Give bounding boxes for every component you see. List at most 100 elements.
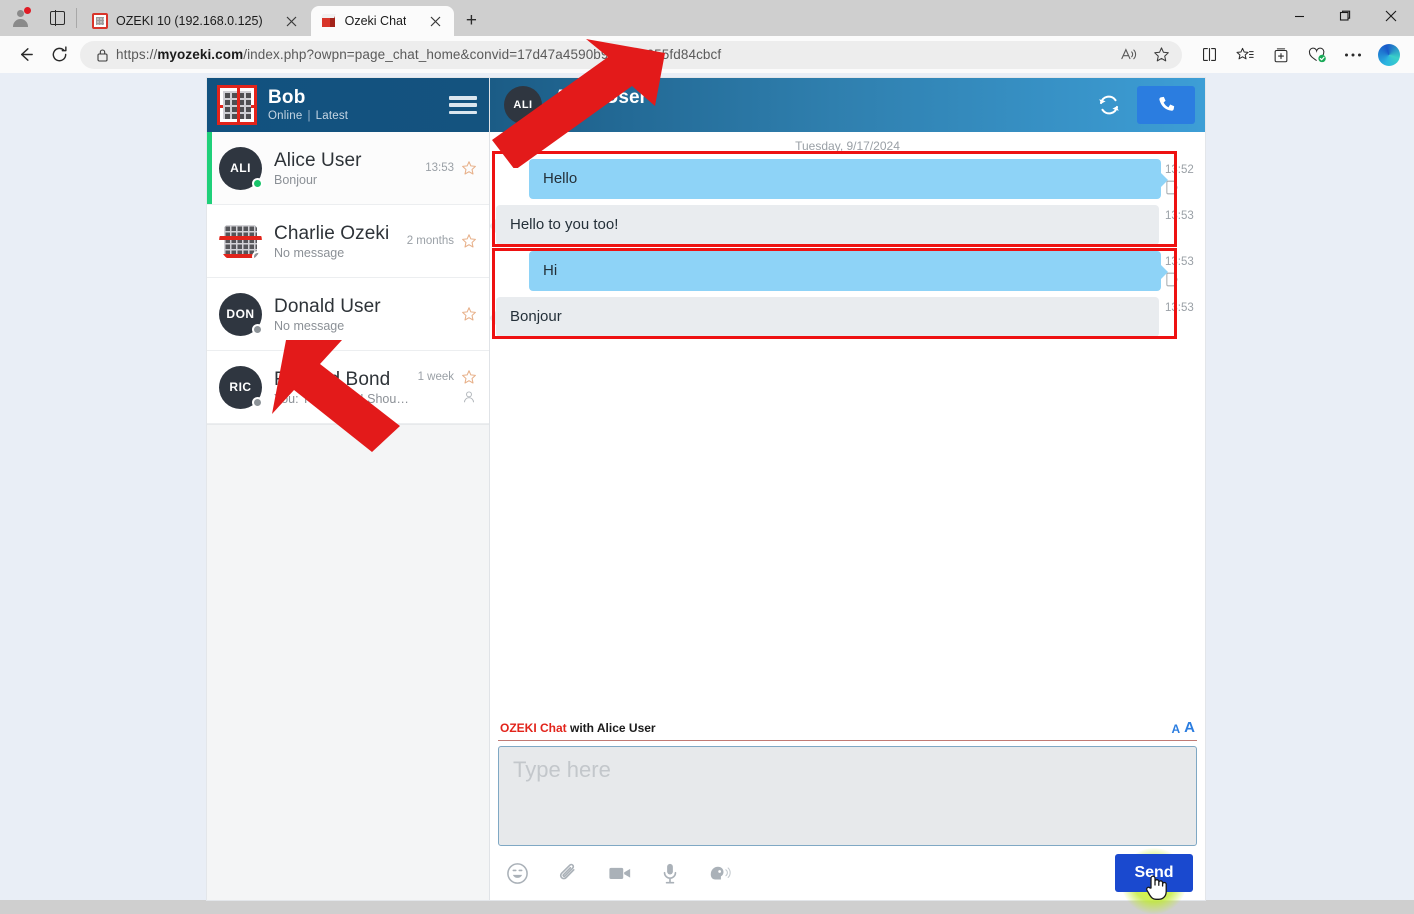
collections-icon[interactable] bbox=[1264, 40, 1298, 70]
message-area[interactable]: Tuesday, 9/17/2024 Hello 13:52 bbox=[490, 132, 1205, 713]
tab-ozeki-10[interactable]: OZEKI 10 (192.168.0.125) bbox=[82, 6, 311, 36]
avatar-initials: DON bbox=[226, 307, 254, 321]
mobile-device-icon bbox=[1165, 180, 1205, 200]
chat-partner-status: Online bbox=[554, 110, 1089, 122]
conversation-meta bbox=[454, 306, 477, 322]
conversation-text: Charlie Ozeki No message bbox=[274, 223, 401, 260]
tab-title: Ozeki Chat bbox=[345, 14, 407, 28]
presence-indicator-offline bbox=[252, 324, 263, 335]
refresh-icon[interactable] bbox=[1089, 85, 1129, 125]
message-input[interactable]: Type here bbox=[498, 746, 1197, 846]
mobile-device-icon bbox=[1165, 272, 1205, 292]
tab-actions-icon[interactable] bbox=[40, 0, 74, 36]
hamburger-menu-icon[interactable] bbox=[449, 93, 477, 117]
favorite-star-icon[interactable] bbox=[461, 369, 477, 385]
avatar-initials: ALI bbox=[513, 99, 532, 111]
conversation-list: ALI Alice User Bonjour 13:53 bbox=[207, 132, 489, 424]
font-size-small-button[interactable]: A bbox=[1171, 722, 1180, 736]
voice-message-icon[interactable] bbox=[708, 862, 732, 884]
message-bubble-incoming[interactable]: Bonjour bbox=[496, 297, 1159, 337]
composer-with-label: with Alice User bbox=[567, 721, 656, 735]
sidebar-header: Bob Online|Latest bbox=[207, 78, 489, 132]
message-time: 13:53 bbox=[1165, 256, 1205, 268]
message-bubble-wrap: Hi bbox=[496, 248, 1161, 294]
presence-indicator-offline bbox=[252, 251, 262, 262]
conversation-text: Richard Bond You: Thank you! Should we p… bbox=[274, 369, 412, 406]
message-bubble-incoming[interactable]: Hello to you too! bbox=[496, 205, 1159, 245]
conversation-meta: 2 months bbox=[407, 233, 477, 249]
conversation-item-alice-user[interactable]: ALI Alice User Bonjour 13:53 bbox=[207, 132, 489, 205]
message-row: Hi 13:53 bbox=[490, 248, 1205, 294]
chat-panel: ALI Alice User Online bbox=[490, 78, 1205, 900]
minimize-button[interactable] bbox=[1276, 0, 1322, 32]
back-button[interactable] bbox=[8, 40, 42, 70]
favorite-star-icon[interactable] bbox=[1146, 42, 1176, 68]
reload-button[interactable] bbox=[42, 40, 76, 70]
conversation-time: 2 months bbox=[407, 235, 454, 247]
tab-strip-divider bbox=[76, 8, 77, 28]
composer-title-bar: OZEKI Chat with Alice User A A bbox=[498, 713, 1197, 741]
favorite-star-icon[interactable] bbox=[461, 233, 477, 249]
read-aloud-icon[interactable] bbox=[1114, 42, 1144, 68]
status-text: Online bbox=[268, 110, 302, 122]
close-button[interactable] bbox=[1368, 0, 1414, 32]
tab-strip: OZEKI 10 (192.168.0.125) Ozeki Chat + bbox=[0, 0, 1414, 36]
message-time: 13:53 bbox=[1165, 210, 1205, 222]
sidebar-empty-space bbox=[207, 424, 489, 900]
message-bubble-outgoing[interactable]: Hi bbox=[529, 251, 1161, 291]
browser-essentials-icon[interactable] bbox=[1300, 40, 1334, 70]
conversation-name: Richard Bond bbox=[274, 369, 412, 391]
address-bar[interactable]: https://myozeki.com/index.php?owpn=page_… bbox=[80, 41, 1182, 69]
new-tab-button[interactable]: + bbox=[454, 6, 488, 36]
composer-title: OZEKI Chat with Alice User bbox=[500, 721, 656, 735]
more-options-icon[interactable] bbox=[1336, 40, 1370, 70]
favorite-star-icon[interactable] bbox=[461, 306, 477, 322]
chat-header: ALI Alice User Online bbox=[490, 78, 1205, 132]
conversation-preview: You: Thank you! Should we publish it? bbox=[274, 392, 412, 406]
font-size-large-button[interactable]: A bbox=[1184, 719, 1195, 736]
window-controls bbox=[1276, 0, 1414, 32]
avatar bbox=[219, 220, 262, 263]
avatar: RIC bbox=[219, 366, 262, 409]
ozeki-cube-icon bbox=[321, 13, 337, 29]
tab-close-icon[interactable] bbox=[281, 10, 303, 32]
conversation-meta: 13:53 bbox=[425, 160, 477, 176]
ozeki-brand: OZEKI Chat bbox=[500, 721, 567, 735]
address-bar-actions bbox=[1114, 42, 1176, 68]
ozeki-grid-icon bbox=[92, 13, 108, 29]
tab-ozeki-chat[interactable]: Ozeki Chat bbox=[311, 6, 455, 36]
mouse-cursor bbox=[1143, 872, 1169, 902]
chat-partner-avatar: ALI bbox=[504, 86, 542, 124]
status-separator: | bbox=[307, 110, 310, 122]
favorites-list-icon[interactable] bbox=[1228, 40, 1262, 70]
microphone-icon[interactable] bbox=[660, 862, 680, 885]
conversation-item-richard-bond[interactable]: RIC Richard Bond You: Thank you! Should … bbox=[207, 351, 489, 424]
page-viewport: Bob Online|Latest ALI Ali bbox=[0, 73, 1414, 900]
message-row: Hello 13:52 bbox=[490, 156, 1205, 202]
message-row: Bonjour 13:53 bbox=[490, 294, 1205, 340]
call-button[interactable] bbox=[1137, 86, 1195, 124]
message-meta: 13:53 bbox=[1161, 202, 1205, 248]
url-text: https://myozeki.com/index.php?owpn=page_… bbox=[112, 47, 1114, 62]
favorite-star-icon[interactable] bbox=[461, 160, 477, 176]
tab-close-icon[interactable] bbox=[424, 10, 446, 32]
attachment-icon[interactable] bbox=[557, 862, 580, 885]
message-composer: OZEKI Chat with Alice User A A Type here bbox=[490, 713, 1205, 900]
conversation-time: 13:53 bbox=[425, 162, 454, 174]
font-size-controls: A A bbox=[1171, 719, 1195, 736]
profile-button[interactable] bbox=[0, 0, 40, 36]
video-icon[interactable] bbox=[608, 863, 632, 883]
message-bubble-outgoing[interactable]: Hello bbox=[529, 159, 1161, 199]
conversation-filter[interactable]: Latest bbox=[316, 110, 349, 122]
emoji-icon[interactable] bbox=[506, 862, 529, 885]
sidebar: Bob Online|Latest ALI Ali bbox=[207, 78, 490, 900]
copilot-icon[interactable] bbox=[1372, 40, 1406, 70]
chat-partner-name: Alice User bbox=[554, 88, 1089, 108]
ozeki-chat-app: Bob Online|Latest ALI Ali bbox=[207, 78, 1205, 900]
conversation-name: Donald User bbox=[274, 296, 448, 318]
presence-indicator-online bbox=[252, 178, 263, 189]
conversation-item-donald-user[interactable]: DON Donald User No message bbox=[207, 278, 489, 351]
conversation-item-charlie-ozeki[interactable]: Charlie Ozeki No message 2 months bbox=[207, 205, 489, 278]
split-screen-icon[interactable] bbox=[1192, 40, 1226, 70]
maximize-button[interactable] bbox=[1322, 0, 1368, 32]
